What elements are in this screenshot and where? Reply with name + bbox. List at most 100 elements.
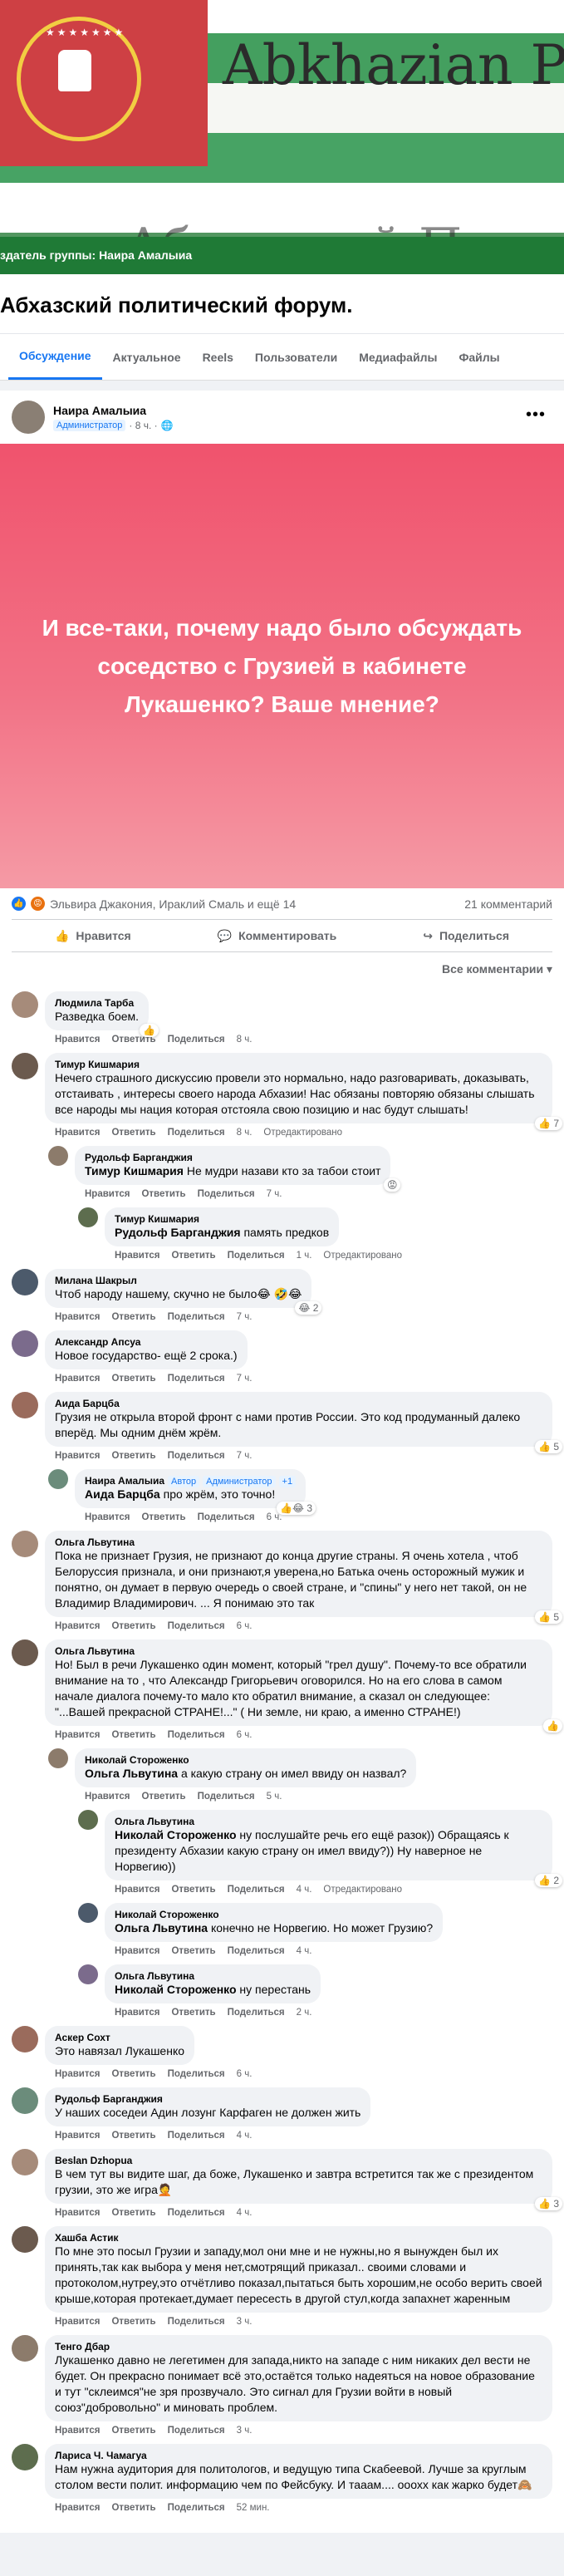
comment-time[interactable]: 3 ч. (237, 2426, 253, 2436)
commenter-name[interactable]: Тимур Кишмария (115, 1213, 329, 1225)
comments-count[interactable]: 21 комментарий (464, 897, 552, 911)
comment-like-button[interactable]: Нравится (55, 1451, 100, 1461)
comment-share-button[interactable]: Поделиться (168, 1374, 225, 1384)
tab-discussion[interactable]: Обсуждение (8, 334, 102, 380)
comment-like-button[interactable]: Нравится (55, 2131, 100, 2141)
commenter-name[interactable]: Хашба Астик (55, 2232, 542, 2244)
comment-reply-button[interactable]: Ответить (111, 2208, 155, 2218)
comment-reactions[interactable]: 👍 7 (535, 1117, 562, 1130)
tab-featured[interactable]: Актуальное (102, 334, 192, 380)
comment-share-button[interactable]: Поделиться (198, 1512, 255, 1522)
comment-reactions[interactable]: 👍 5 (535, 1440, 562, 1453)
comment-share-button[interactable]: Поделиться (168, 2503, 225, 2513)
comment-like-button[interactable]: Нравится (55, 1374, 100, 1384)
comment-share-button[interactable]: Поделиться (168, 1730, 225, 1740)
commenter-name[interactable]: Наира Амалыиа Автор Администратор +1 (85, 1475, 297, 1487)
commenter-name[interactable]: Лариса Ч. Чамагуа (55, 2450, 542, 2461)
comment-time[interactable]: 5 ч. (267, 1792, 282, 1802)
like-button[interactable]: 👍 Нравится (55, 929, 131, 943)
comment-time[interactable]: 8 ч. (237, 1128, 253, 1138)
avatar[interactable] (12, 1392, 38, 1418)
commenter-name[interactable]: Людмила Тарба (55, 997, 139, 1009)
comment-share-button[interactable]: Поделиться (168, 2426, 225, 2436)
comment-time[interactable]: 8 ч. (237, 1035, 253, 1045)
comment-reply-button[interactable]: Ответить (171, 1251, 215, 1261)
comment-like-button[interactable]: Нравится (115, 1251, 159, 1261)
comment-reply-button[interactable]: Ответить (111, 1451, 155, 1461)
comment-reply-button[interactable]: Ответить (111, 1730, 155, 1740)
comment-time[interactable]: 2 ч. (297, 2008, 312, 2018)
comment-reply-button[interactable]: Ответить (171, 1946, 215, 1956)
commenter-name[interactable]: Тимур Кишмария (55, 1059, 542, 1070)
comment-like-button[interactable]: Нравится (55, 2069, 100, 2079)
post-text-banner[interactable]: И все-таки, почему надо было обсуждать с… (0, 444, 564, 888)
avatar[interactable] (12, 2087, 38, 2114)
more-options-icon[interactable]: ••• (526, 406, 546, 425)
comment-like-button[interactable]: Нравится (55, 1621, 100, 1631)
comment-time[interactable]: 7 ч. (237, 1374, 253, 1384)
comment-time[interactable]: 7 ч. (267, 1189, 282, 1199)
avatar[interactable] (12, 2444, 38, 2470)
commenter-name[interactable]: Милана Шакрыл (55, 1275, 302, 1286)
comment-like-button[interactable]: Нравится (55, 2317, 100, 2327)
comment-like-button[interactable]: Нравится (55, 2426, 100, 2436)
comment-reply-button[interactable]: Ответить (111, 2503, 155, 2513)
comment-reactions[interactable]: 👍 2 (535, 1874, 562, 1887)
commenter-name[interactable]: Ольга Львутина (115, 1816, 542, 1827)
comment-time[interactable]: 6 ч. (237, 1730, 253, 1740)
reactions-summary[interactable]: 👍 😡 Эльвира Джакония, Ираклий Смаль и ещ… (12, 897, 296, 911)
comment-time[interactable]: 4 ч. (297, 1946, 312, 1956)
comment-like-button[interactable]: Нравится (115, 1946, 159, 1956)
comment-reactions[interactable]: 😡 (383, 1178, 401, 1192)
comment-share-button[interactable]: Поделиться (168, 1451, 225, 1461)
avatar[interactable] (78, 1810, 98, 1830)
commenter-name[interactable]: Ольга Львутина (55, 1536, 542, 1548)
comment-reply-button[interactable]: Ответить (111, 2131, 155, 2141)
comment-sort-dropdown[interactable]: Все комментарии ▾ (0, 952, 564, 986)
avatar[interactable] (12, 2026, 38, 2052)
comment-reply-button[interactable]: Ответить (141, 1189, 185, 1199)
comment-share-button[interactable]: Поделиться (168, 2131, 225, 2141)
commenter-name[interactable]: Николай Стороженко (115, 1909, 433, 1920)
comment-reactions[interactable]: 😂 2 (295, 1301, 322, 1315)
comment-time[interactable]: 4 ч. (237, 2131, 253, 2141)
comment-like-button[interactable]: Нравится (55, 1035, 100, 1045)
comment-like-button[interactable]: Нравится (55, 1312, 100, 1322)
comment-share-button[interactable]: Поделиться (228, 1251, 285, 1261)
comment-share-button[interactable]: Поделиться (168, 1312, 225, 1322)
comment-like-button[interactable]: Нравится (55, 1128, 100, 1138)
comment-time[interactable]: 52 мин. (237, 2503, 270, 2513)
comment-reply-button[interactable]: Ответить (171, 1885, 215, 1895)
mentioned-user-link[interactable]: Ольга Львутина (85, 1767, 178, 1780)
comment-time[interactable]: 3 ч. (237, 2317, 253, 2327)
tab-media[interactable]: Медиафайлы (348, 334, 448, 380)
comment-like-button[interactable]: Нравится (55, 2208, 100, 2218)
commenter-name[interactable]: Николай Стороженко (85, 1754, 406, 1766)
comment-reply-button[interactable]: Ответить (111, 1312, 155, 1322)
tab-reels[interactable]: Reels (192, 334, 244, 380)
avatar[interactable] (48, 1748, 68, 1768)
group-title[interactable]: Абхазский политический форум. (0, 274, 564, 333)
mentioned-user-link[interactable]: Рудольф Барганджия (115, 1226, 241, 1239)
commenter-name[interactable]: Ольга Львутина (115, 1970, 311, 1982)
comment-like-button[interactable]: Нравится (115, 1885, 159, 1895)
comment-reply-button[interactable]: Ответить (111, 2426, 155, 2436)
avatar[interactable] (12, 2149, 38, 2175)
avatar[interactable] (12, 2226, 38, 2253)
comment-time[interactable]: 6 ч. (237, 1621, 253, 1631)
commenter-name[interactable]: Рудольф Барганджия (85, 1152, 380, 1163)
avatar[interactable] (12, 1269, 38, 1295)
commenter-name[interactable]: Ольга Львутина (55, 1645, 542, 1657)
post-author-name[interactable]: Наира Амалыиа (53, 404, 174, 417)
avatar[interactable] (12, 1531, 38, 1557)
comment-reply-button[interactable]: Ответить (111, 1374, 155, 1384)
comment-time[interactable]: 4 ч. (237, 2208, 253, 2218)
commenter-name[interactable]: Аида Барцба (55, 1398, 542, 1409)
avatar[interactable] (12, 1330, 38, 1357)
tab-members[interactable]: Пользователи (244, 334, 348, 380)
comment-share-button[interactable]: Поделиться (168, 2317, 225, 2327)
comment-time[interactable]: 4 ч. (297, 1885, 312, 1895)
comment-time[interactable]: 1 ч. (297, 1251, 312, 1261)
comment-like-button[interactable]: Нравится (115, 2008, 159, 2018)
commenter-name[interactable]: Аскер Сохт (55, 2032, 184, 2043)
